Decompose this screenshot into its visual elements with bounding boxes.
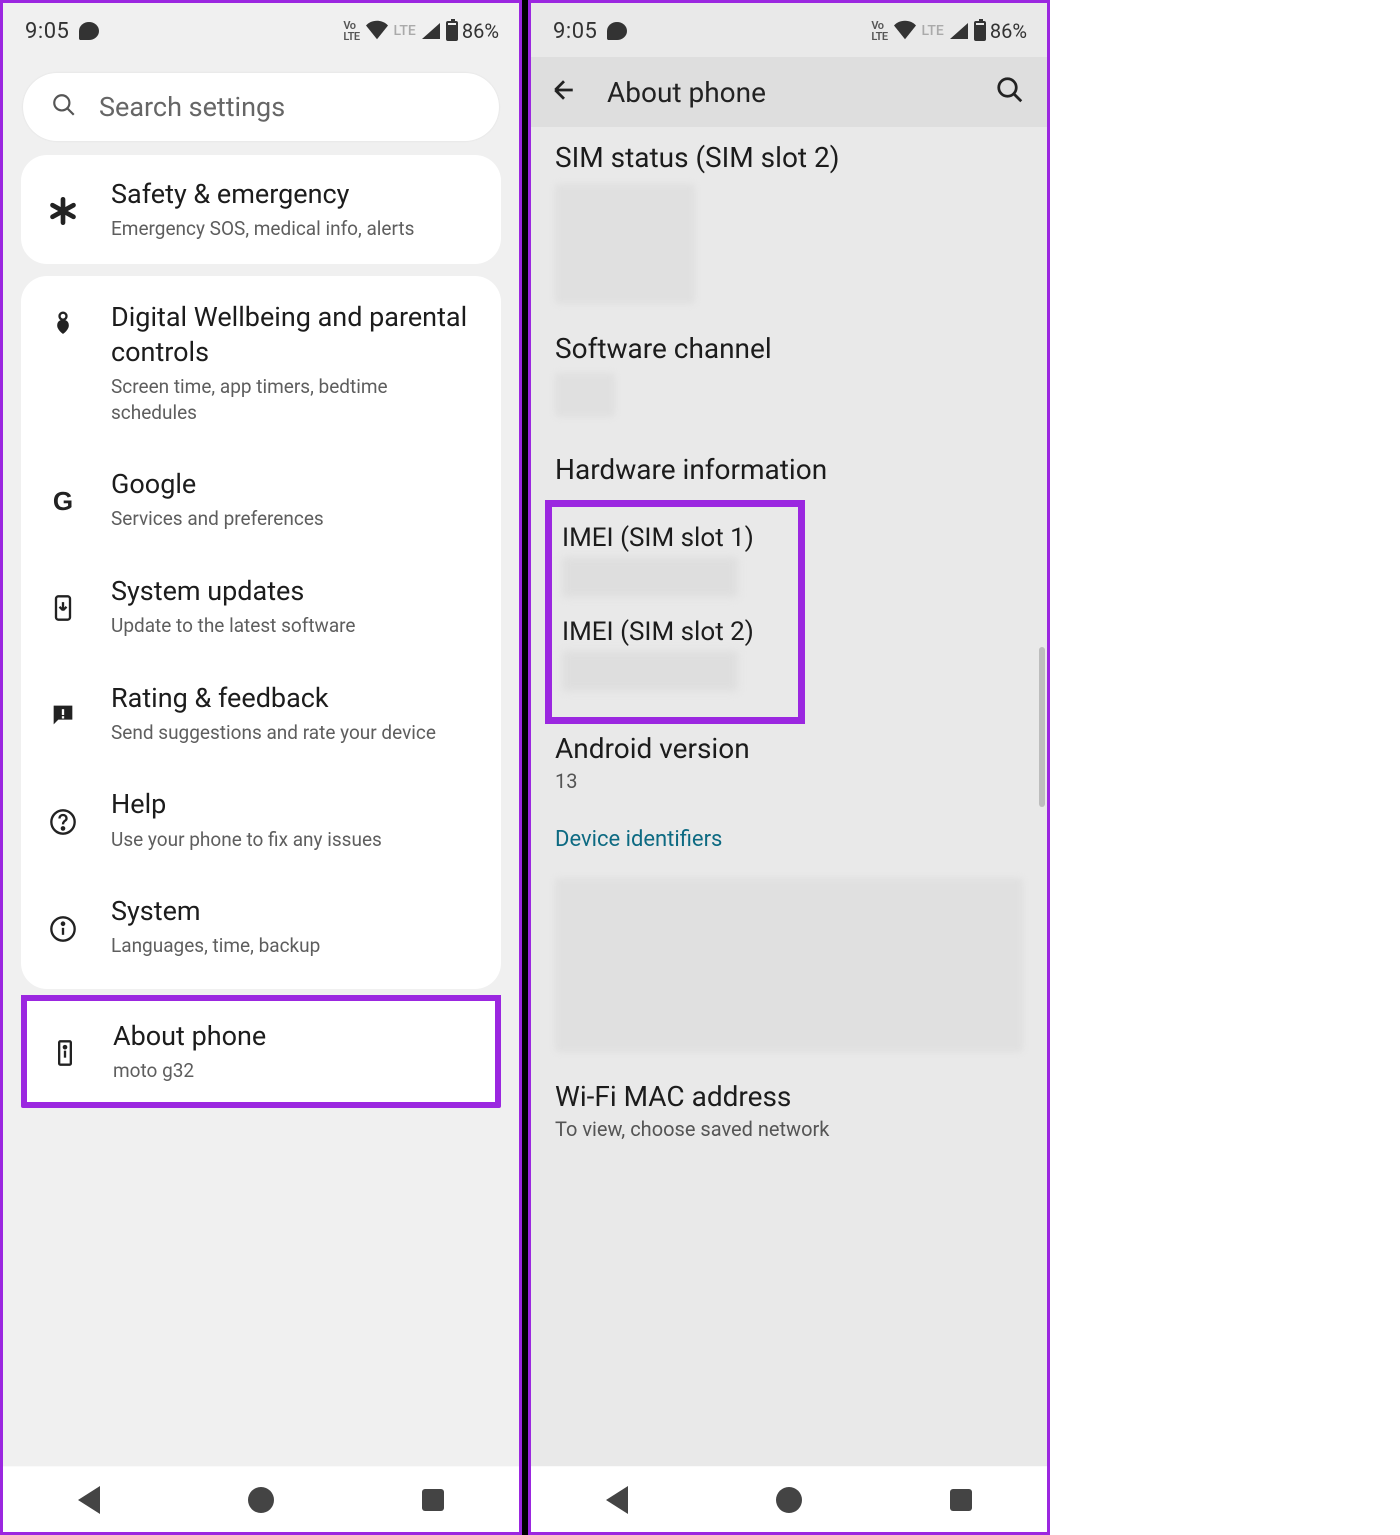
signal-icon	[422, 23, 440, 39]
setting-safety-emergency[interactable]: Safety & emergency Emergency SOS, medica…	[21, 155, 501, 264]
sim-status-redacted	[555, 184, 695, 304]
whitespace	[1050, 0, 1400, 1535]
signal-icon	[950, 23, 968, 39]
updates-subtitle: Update to the latest software	[111, 613, 356, 639]
setting-about-phone[interactable]: About phone moto g32	[27, 1001, 495, 1102]
wifi-icon	[366, 18, 388, 45]
device-identifiers-link[interactable]: Device identifiers	[531, 807, 1047, 866]
scrollbar-thumb[interactable]	[1039, 647, 1045, 807]
help-title: Help	[111, 787, 382, 822]
status-time: 9:05	[553, 19, 597, 44]
imei1-label: IMEI (SIM slot 1)	[562, 523, 788, 553]
google-icon: G	[45, 486, 81, 517]
app-bar: About phone	[531, 57, 1047, 127]
imei-slot2-item[interactable]: IMEI (SIM slot 2)	[562, 611, 788, 705]
about-phone-screen: 9:05 VoLTE LTE 86% About phone SIM stat	[528, 0, 1050, 1535]
nav-home-button[interactable]	[769, 1480, 809, 1520]
notification-chat-icon	[607, 22, 627, 40]
lte-label: LTE	[394, 23, 416, 39]
about-title: About phone	[113, 1019, 266, 1054]
system-subtitle: Languages, time, backup	[111, 933, 320, 959]
imei2-redacted	[562, 651, 738, 691]
download-phone-icon	[45, 594, 81, 622]
imei-slot1-item[interactable]: IMEI (SIM slot 1)	[562, 517, 788, 611]
battery-percent: 86%	[462, 19, 499, 43]
imei2-label: IMEI (SIM slot 2)	[562, 617, 788, 647]
wellbeing-subtitle: Screen time, app timers, bedtime schedul…	[111, 374, 477, 425]
safety-title: Safety & emergency	[111, 177, 414, 212]
wifi-mac-item[interactable]: Wi-Fi MAC address To view, choose saved …	[531, 1066, 1047, 1155]
setting-help[interactable]: Help Use your phone to fix any issues	[21, 769, 501, 876]
back-button[interactable]	[549, 75, 579, 109]
android-version-label: Android version	[555, 732, 1023, 765]
rating-title: Rating & feedback	[111, 681, 436, 716]
sim-status-label: SIM status (SIM slot 2)	[555, 141, 1023, 174]
android-version-item[interactable]: Android version 13	[531, 724, 1047, 807]
wifi-mac-label: Wi-Fi MAC address	[555, 1080, 1023, 1113]
about-phone-highlight: About phone moto g32	[21, 995, 501, 1108]
help-icon	[45, 808, 81, 836]
setting-google[interactable]: G Google Services and preferences	[21, 449, 501, 556]
imei1-redacted	[562, 557, 738, 597]
imei-highlight-box: IMEI (SIM slot 1) IMEI (SIM slot 2)	[545, 500, 805, 724]
settings-screen: 9:05 VoLTE LTE 86% Search settings	[0, 0, 522, 1535]
device-identifiers-item[interactable]	[531, 866, 1047, 1066]
wellbeing-title: Digital Wellbeing and parental controls	[111, 300, 477, 370]
status-bar: 9:05 VoLTE LTE 86%	[3, 3, 519, 57]
lte-label: LTE	[922, 23, 944, 39]
nav-recent-button[interactable]	[941, 1480, 981, 1520]
battery-percent: 86%	[990, 19, 1027, 43]
setting-rating-feedback[interactable]: Rating & feedback Send suggestions and r…	[21, 663, 501, 770]
nav-recent-button[interactable]	[413, 1480, 453, 1520]
info-icon	[45, 915, 81, 943]
safety-subtitle: Emergency SOS, medical info, alerts	[111, 216, 414, 242]
feedback-icon	[45, 701, 81, 729]
android-version-value: 13	[555, 769, 1023, 793]
help-subtitle: Use your phone to fix any issues	[111, 827, 382, 853]
wifi-mac-value: To view, choose saved network	[555, 1117, 1023, 1141]
sim-status-item[interactable]: SIM status (SIM slot 2)	[531, 127, 1047, 318]
battery-indicator: 86%	[446, 19, 499, 43]
about-content[interactable]: SIM status (SIM slot 2) Software channel…	[531, 127, 1047, 1466]
setting-system-updates[interactable]: System updates Update to the latest soft…	[21, 556, 501, 663]
search-button[interactable]	[995, 75, 1025, 109]
navigation-bar	[3, 1466, 519, 1532]
google-subtitle: Services and preferences	[111, 506, 324, 532]
system-title: System	[111, 894, 320, 929]
appbar-title: About phone	[607, 76, 967, 109]
volte-icon: VoLTE	[343, 20, 359, 42]
status-bar: 9:05 VoLTE LTE 86%	[531, 3, 1047, 57]
setting-digital-wellbeing[interactable]: Digital Wellbeing and parental controls …	[21, 276, 501, 449]
battery-indicator: 86%	[974, 19, 1027, 43]
about-subtitle: moto g32	[113, 1058, 266, 1084]
google-title: Google	[111, 467, 324, 502]
nav-back-button[interactable]	[69, 1480, 109, 1520]
device-identifiers-redacted	[555, 878, 1023, 1052]
navigation-bar	[531, 1466, 1047, 1532]
nav-back-button[interactable]	[597, 1480, 637, 1520]
volte-icon: VoLTE	[871, 20, 887, 42]
search-settings[interactable]: Search settings	[23, 73, 499, 141]
search-icon	[51, 92, 77, 122]
nav-home-button[interactable]	[241, 1480, 281, 1520]
software-channel-item[interactable]: Software channel	[531, 318, 1047, 431]
phone-info-icon	[47, 1039, 83, 1067]
setting-system[interactable]: System Languages, time, backup	[21, 876, 501, 983]
asterisk-icon	[45, 197, 81, 225]
wellbeing-icon	[45, 308, 81, 336]
notification-chat-icon	[79, 22, 99, 40]
hardware-info-header: Hardware information	[531, 431, 1047, 494]
rating-subtitle: Send suggestions and rate your device	[111, 720, 436, 746]
software-channel-redacted	[555, 373, 615, 417]
updates-title: System updates	[111, 574, 356, 609]
software-channel-label: Software channel	[555, 332, 1023, 365]
wifi-icon	[894, 18, 916, 45]
status-time: 9:05	[25, 19, 69, 44]
search-placeholder: Search settings	[99, 91, 285, 123]
